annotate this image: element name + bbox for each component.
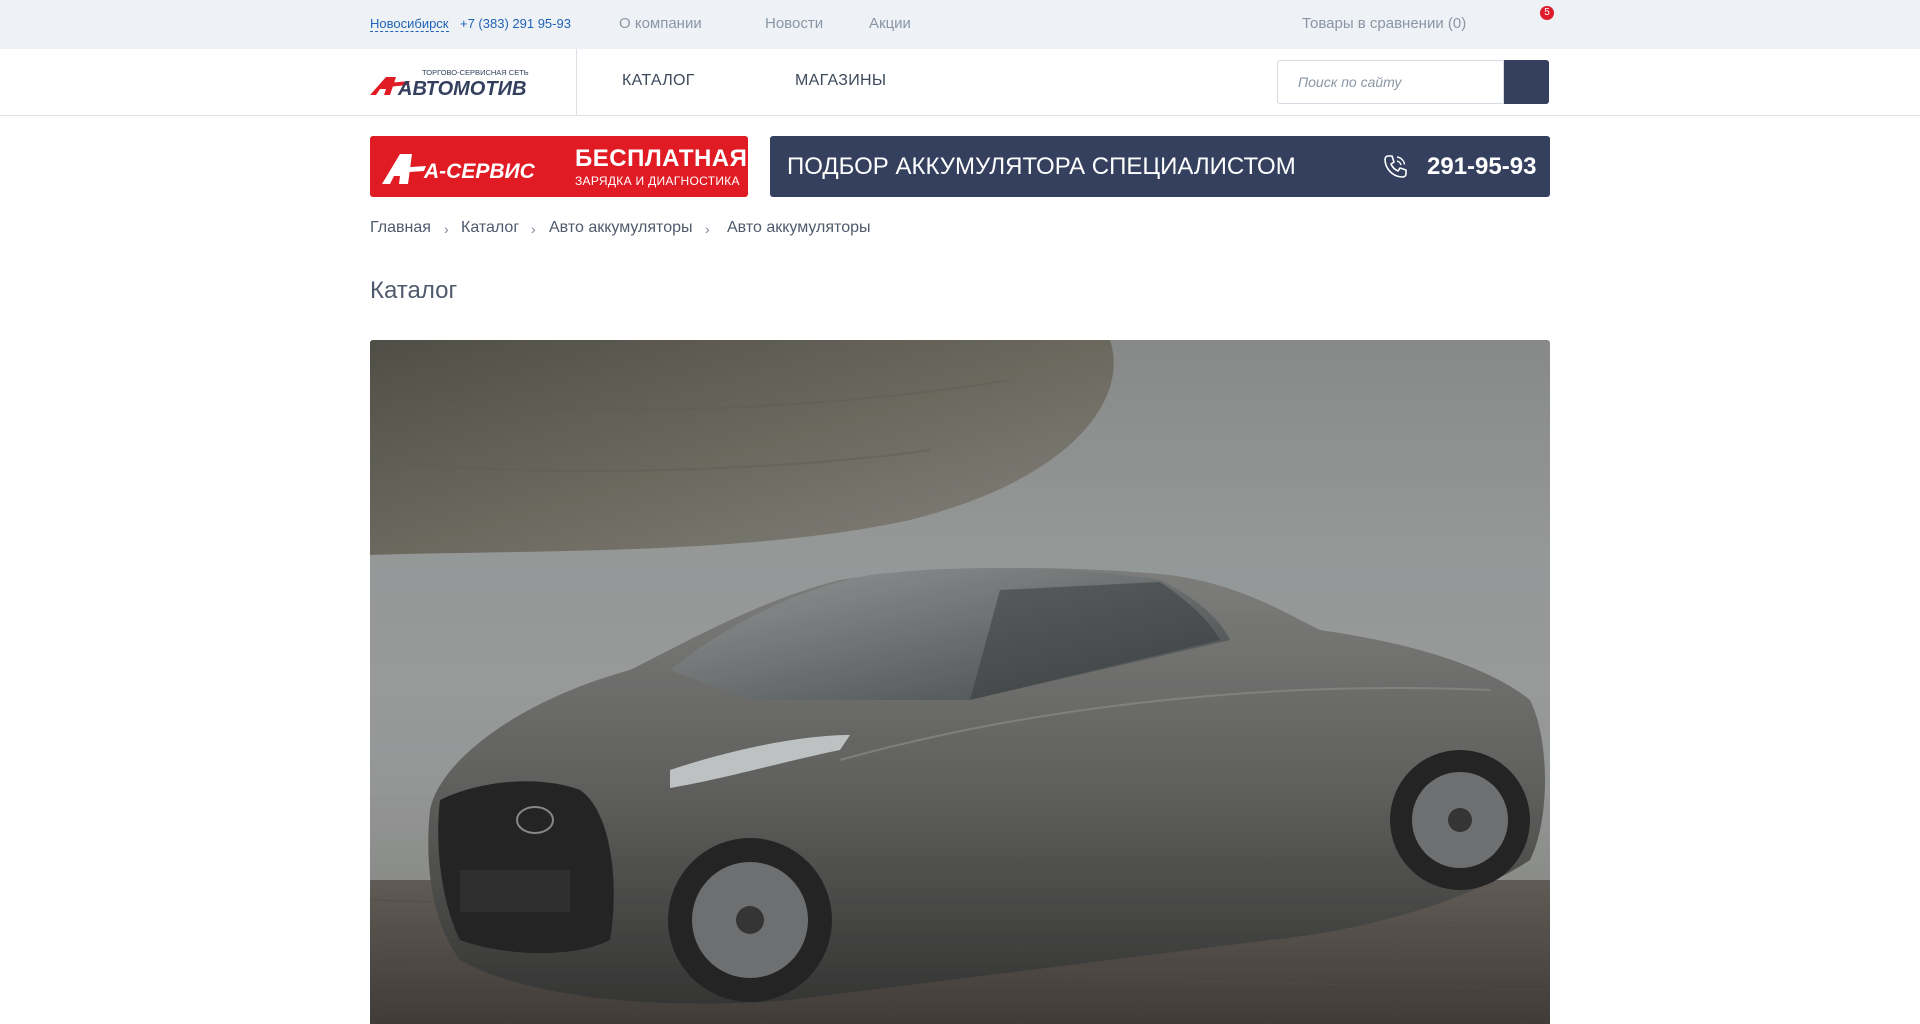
- breadcrumb-separator-icon: ›: [705, 221, 710, 237]
- header-divider: [576, 49, 577, 115]
- top-phone-link[interactable]: +7 (383) 291 95-93: [460, 16, 571, 31]
- logo-tagline: ТОРГОВО-СЕРВИСНАЯ СЕТЬ: [422, 68, 529, 77]
- main-header: ТОРГОВО-СЕРВИСНАЯ СЕТЬ АВТОМОТИВ КАТАЛОГ…: [0, 49, 1920, 116]
- search-field: [1277, 60, 1504, 104]
- top-bar: Новосибирск +7 (383) 291 95-93 О компани…: [0, 0, 1920, 49]
- free-service-banner[interactable]: А-СЕРВИС БЕСПЛАТНАЯ ЗАРЯДКА И ДИАГНОСТИК…: [370, 136, 748, 197]
- hero-banner-image[interactable]: [370, 340, 1550, 1024]
- search-button[interactable]: [1504, 60, 1549, 104]
- city-selector[interactable]: Новосибирск: [370, 16, 449, 32]
- breadcrumb-separator-icon: ›: [444, 221, 449, 237]
- cart-count-badge[interactable]: 5: [1540, 6, 1554, 20]
- nav-link-promotions[interactable]: Акции: [869, 15, 911, 33]
- a-service-logo: А-СЕРВИС: [382, 154, 536, 184]
- free-service-subtitle: ЗАРЯДКА И ДИАГНОСТИКА: [575, 174, 740, 188]
- car-photo: [370, 340, 1550, 1024]
- breadcrumb-car-batteries[interactable]: Авто аккумуляторы: [549, 219, 692, 237]
- battery-selection-label: ПОДБОР АККУМУЛЯТОРА СПЕЦИАЛИСТОМ: [787, 153, 1296, 180]
- menu-item-catalog[interactable]: КАТАЛОГ: [622, 72, 695, 90]
- breadcrumb-current: Авто аккумуляторы: [727, 219, 871, 236]
- menu-item-stores[interactable]: МАГАЗИНЫ: [795, 72, 886, 90]
- battery-selection-phone[interactable]: 291-95-93: [1427, 153, 1536, 181]
- page-title: Каталог: [370, 277, 458, 304]
- free-service-title: БЕСПЛАТНАЯ: [575, 145, 748, 172]
- automotiv-logo[interactable]: ТОРГОВО-СЕРВИСНАЯ СЕТЬ АВТОМОТИВ: [370, 67, 556, 99]
- a-service-brand-text: А-СЕРВИС: [423, 160, 536, 183]
- logo-name: АВТОМОТИВ: [397, 78, 526, 99]
- battery-selection-banner[interactable]: ПОДБОР АККУМУЛЯТОРА СПЕЦИАЛИСТОМ 291-95-…: [770, 136, 1550, 197]
- nav-link-about[interactable]: О компании: [619, 15, 702, 33]
- search-input[interactable]: [1278, 61, 1498, 103]
- breadcrumb-catalog[interactable]: Каталог: [461, 219, 519, 237]
- nav-link-news[interactable]: Новости: [765, 15, 823, 33]
- breadcrumb-home[interactable]: Главная: [370, 219, 431, 237]
- search-icon: [1504, 60, 1549, 104]
- compare-link[interactable]: Товары в сравнении (0): [1302, 15, 1466, 33]
- breadcrumb-separator-icon: ›: [531, 221, 536, 237]
- phone-icon: [1384, 155, 1407, 178]
